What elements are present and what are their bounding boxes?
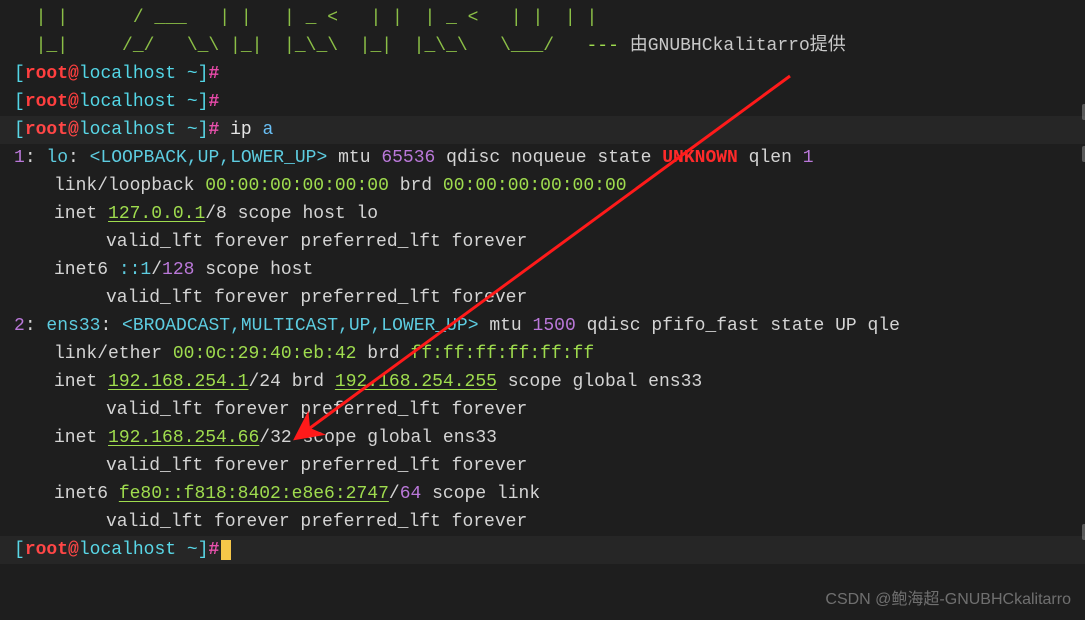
- iface-link-lo: link/loopback 00:00:00:00:00:00 brd 00:0…: [14, 172, 1083, 200]
- ip-address-virtual: 192.168.254.66: [108, 428, 259, 448]
- iface-inet6-lo: inet6 ::1//128128 scope host: [14, 256, 1083, 284]
- shell-prompt: [root@localhost ~]#: [14, 60, 1083, 88]
- active-line-highlight: [0, 116, 1085, 144]
- ip-broadcast: 192.168.254.255: [335, 372, 497, 392]
- iface-inet-ens33-1: inet 192.168.254.1/24 brd 192.168.254.25…: [14, 368, 1083, 396]
- iface-inet-lo: inet 127.0.0.1/8 scope host lo: [14, 200, 1083, 228]
- lft-line: valid_lft forever preferred_lft forever: [14, 284, 1083, 312]
- iface-inet-ens33-2: inet 192.168.254.66/32 scope global ens3…: [14, 424, 1083, 452]
- lft-line: valid_lft forever preferred_lft forever: [14, 452, 1083, 480]
- lft-line: valid_lft forever preferred_lft forever: [14, 508, 1083, 536]
- active-line-highlight: [0, 536, 1085, 564]
- ip-address: 127.0.0.1: [108, 204, 205, 224]
- ascii-banner-line: |_| /_/ \_\ |_| |_\_\ |_| |_\_\ \___/ --…: [14, 32, 1083, 60]
- lft-line: valid_lft forever preferred_lft forever: [14, 396, 1083, 424]
- ipv6-address: fe80::f818:8402:e8e6:2747: [119, 484, 389, 504]
- iface-link-ens33: link/ether 00:0c:29:40:eb:42 brd ff:ff:f…: [14, 340, 1083, 368]
- shell-prompt: [root@localhost ~]#: [14, 88, 1083, 116]
- terminal-output[interactable]: | | / ___ | | | _ < | | | _ < | | | | |_…: [0, 0, 1085, 620]
- iface-header-ens33: 2: ens33: <BROADCAST,MULTICAST,UP,LOWER_…: [14, 312, 1083, 340]
- lft-line: valid_lft forever preferred_lft forever: [14, 228, 1083, 256]
- iface-header-lo: 1: lo: <LOOPBACK,UP,LOWER_UP> mtu 65536 …: [14, 144, 1083, 172]
- watermark: CSDN @鲍海超-GNUBHCkalitarro: [825, 586, 1071, 614]
- ip-address: 192.168.254.1: [108, 372, 248, 392]
- ascii-banner-line: | | / ___ | | | _ < | | | _ < | | | |: [14, 4, 1083, 32]
- iface-inet6-ens33: inet6 fe80::f818:8402:e8e6:2747/64 scope…: [14, 480, 1083, 508]
